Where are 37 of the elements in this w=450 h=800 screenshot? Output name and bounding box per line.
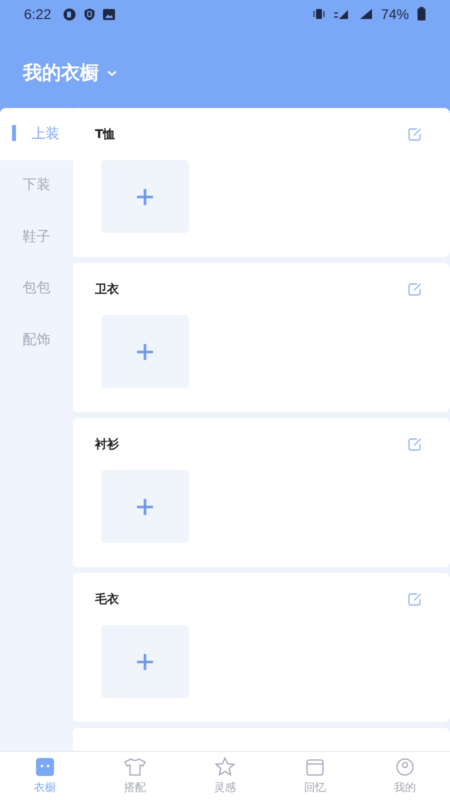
edit-icon[interactable]: [408, 592, 422, 606]
wardrobe-title[interactable]: 我的衣橱: [23, 60, 99, 86]
category-tab[interactable]: 下装: [0, 160, 73, 211]
plus-icon: [137, 498, 153, 514]
notification-icon: [63, 8, 76, 20]
tab-bar-item[interactable]: 灵感: [180, 752, 270, 800]
plus-icon: [137, 188, 153, 204]
chevron-down-icon[interactable]: [107, 70, 117, 76]
signal-icon: [332, 8, 349, 20]
battery-icon: [417, 7, 426, 21]
battery-percent: 74%: [380, 6, 409, 22]
category-tab[interactable]: 包包: [0, 262, 73, 314]
status-time: 6:22: [24, 6, 52, 22]
category-title: 毛衣: [95, 590, 119, 608]
category-tab[interactable]: 上装: [0, 108, 73, 160]
shirt-icon: [124, 758, 146, 776]
image-icon: [103, 8, 116, 20]
plus-icon: [137, 344, 153, 360]
category-title: 卫衣: [95, 280, 119, 298]
tab-bar-item[interactable]: 回忆: [270, 752, 360, 800]
tab-bar-item[interactable]: 搭配: [90, 752, 180, 800]
tab-bar-item[interactable]: 衣橱: [0, 752, 90, 800]
shield-icon: [84, 8, 96, 20]
category-tab[interactable]: 鞋子: [0, 211, 73, 262]
edit-icon[interactable]: [408, 128, 422, 140]
category-tab[interactable]: 配饰: [0, 314, 73, 366]
vibrate-icon: [312, 8, 325, 20]
calendar-icon: [306, 758, 324, 776]
edit-icon[interactable]: [408, 282, 422, 296]
category-title: T恤: [95, 126, 116, 142]
star-icon: [215, 757, 235, 776]
plus-icon: [137, 654, 153, 670]
tab-bar-item[interactable]: 我的: [360, 752, 450, 800]
category-title: 衬衫: [95, 436, 119, 452]
person-icon: [396, 758, 414, 776]
edit-icon[interactable]: [408, 438, 422, 450]
box-icon: [36, 758, 54, 776]
